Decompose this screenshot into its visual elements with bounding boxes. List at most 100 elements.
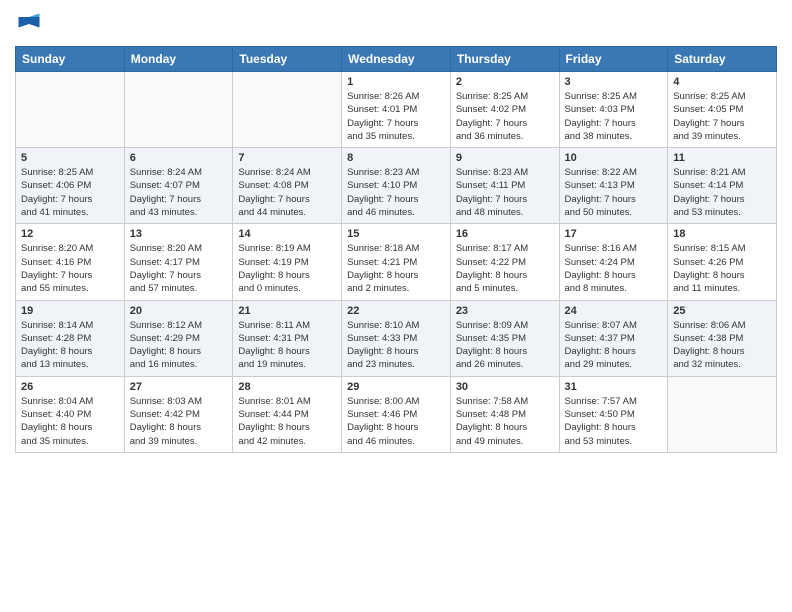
day-info: Sunrise: 8:00 AMSunset: 4:46 PMDaylight:… bbox=[347, 395, 445, 448]
day-number: 9 bbox=[456, 152, 554, 164]
week-row-1: 1 Sunrise: 8:26 AMSunset: 4:01 PMDaylight… bbox=[16, 72, 777, 148]
day-number: 30 bbox=[456, 381, 554, 393]
day-info: Sunrise: 8:11 AMSunset: 4:31 PMDaylight:… bbox=[238, 319, 336, 372]
calendar-table: SundayMondayTuesdayWednesdayThursdayFrid… bbox=[15, 46, 777, 453]
day-cell: 10 Sunrise: 8:22 AMSunset: 4:13 PMDayligh… bbox=[559, 148, 668, 224]
day-cell bbox=[124, 72, 233, 148]
day-cell: 26 Sunrise: 8:04 AMSunset: 4:40 PMDayligh… bbox=[16, 376, 125, 452]
day-cell: 8 Sunrise: 8:23 AMSunset: 4:10 PMDaylight… bbox=[342, 148, 451, 224]
day-info: Sunrise: 8:19 AMSunset: 4:19 PMDaylight:… bbox=[238, 242, 336, 295]
weekday-header-sunday: Sunday bbox=[16, 47, 125, 72]
day-cell: 17 Sunrise: 8:16 AMSunset: 4:24 PMDayligh… bbox=[559, 224, 668, 300]
day-info: Sunrise: 8:07 AMSunset: 4:37 PMDaylight:… bbox=[565, 319, 663, 372]
day-number: 17 bbox=[565, 228, 663, 240]
logo-icon bbox=[15, 10, 43, 38]
day-info: Sunrise: 8:25 AMSunset: 4:06 PMDaylight:… bbox=[21, 166, 119, 219]
day-number: 29 bbox=[347, 381, 445, 393]
day-cell bbox=[16, 72, 125, 148]
day-cell: 21 Sunrise: 8:11 AMSunset: 4:31 PMDayligh… bbox=[233, 300, 342, 376]
day-number: 25 bbox=[673, 305, 771, 317]
day-info: Sunrise: 8:26 AMSunset: 4:01 PMDaylight:… bbox=[347, 90, 445, 143]
day-number: 11 bbox=[673, 152, 771, 164]
header bbox=[15, 10, 777, 38]
day-number: 2 bbox=[456, 76, 554, 88]
day-info: Sunrise: 7:58 AMSunset: 4:48 PMDaylight:… bbox=[456, 395, 554, 448]
day-number: 15 bbox=[347, 228, 445, 240]
day-info: Sunrise: 8:16 AMSunset: 4:24 PMDaylight:… bbox=[565, 242, 663, 295]
day-number: 26 bbox=[21, 381, 119, 393]
day-number: 4 bbox=[673, 76, 771, 88]
day-cell: 27Sunrise: 8:03 AMSunset: 4:42 PMDayligh… bbox=[124, 376, 233, 452]
day-cell: 19 Sunrise: 8:14 AMSunset: 4:28 PMDayligh… bbox=[16, 300, 125, 376]
day-cell bbox=[233, 72, 342, 148]
day-info: Sunrise: 8:24 AMSunset: 4:08 PMDaylight:… bbox=[238, 166, 336, 219]
day-info: Sunrise: 8:25 AMSunset: 4:05 PMDaylight:… bbox=[673, 90, 771, 143]
day-number: 10 bbox=[565, 152, 663, 164]
day-cell: 11 Sunrise: 8:21 AMSunset: 4:14 PMDayligh… bbox=[668, 148, 777, 224]
day-info: Sunrise: 8:23 AMSunset: 4:10 PMDaylight:… bbox=[347, 166, 445, 219]
weekday-header-thursday: Thursday bbox=[450, 47, 559, 72]
day-number: 1 bbox=[347, 76, 445, 88]
day-cell: 1 Sunrise: 8:26 AMSunset: 4:01 PMDaylight… bbox=[342, 72, 451, 148]
week-row-3: 12 Sunrise: 8:20 AMSunset: 4:16 PMDayligh… bbox=[16, 224, 777, 300]
day-info: Sunrise: 8:24 AMSunset: 4:07 PMDaylight:… bbox=[130, 166, 228, 219]
day-info: Sunrise: 8:01 AMSunset: 4:44 PMDaylight:… bbox=[238, 395, 336, 448]
weekday-header-tuesday: Tuesday bbox=[233, 47, 342, 72]
weekday-header-wednesday: Wednesday bbox=[342, 47, 451, 72]
day-number: 7 bbox=[238, 152, 336, 164]
day-info: Sunrise: 8:20 AMSunset: 4:17 PMDaylight:… bbox=[130, 242, 228, 295]
day-cell: 24 Sunrise: 8:07 AMSunset: 4:37 PMDayligh… bbox=[559, 300, 668, 376]
day-number: 28 bbox=[238, 381, 336, 393]
day-number: 13 bbox=[130, 228, 228, 240]
day-number: 23 bbox=[456, 305, 554, 317]
day-info: Sunrise: 8:06 AMSunset: 4:38 PMDaylight:… bbox=[673, 319, 771, 372]
day-info: Sunrise: 8:20 AMSunset: 4:16 PMDaylight:… bbox=[21, 242, 119, 295]
day-number: 8 bbox=[347, 152, 445, 164]
day-cell: 4 Sunrise: 8:25 AMSunset: 4:05 PMDaylight… bbox=[668, 72, 777, 148]
day-number: 19 bbox=[21, 305, 119, 317]
day-info: Sunrise: 8:21 AMSunset: 4:14 PMDaylight:… bbox=[673, 166, 771, 219]
day-info: Sunrise: 8:17 AMSunset: 4:22 PMDaylight:… bbox=[456, 242, 554, 295]
page: SundayMondayTuesdayWednesdayThursdayFrid… bbox=[0, 0, 792, 612]
day-cell: 25 Sunrise: 8:06 AMSunset: 4:38 PMDayligh… bbox=[668, 300, 777, 376]
day-number: 31 bbox=[565, 381, 663, 393]
day-info: Sunrise: 7:57 AMSunset: 4:50 PMDaylight:… bbox=[565, 395, 663, 448]
day-cell: 30 Sunrise: 7:58 AMSunset: 4:48 PMDayligh… bbox=[450, 376, 559, 452]
weekday-header-monday: Monday bbox=[124, 47, 233, 72]
weekday-header-saturday: Saturday bbox=[668, 47, 777, 72]
day-number: 22 bbox=[347, 305, 445, 317]
day-cell: 5Sunrise: 8:25 AMSunset: 4:06 PMDaylight… bbox=[16, 148, 125, 224]
day-info: Sunrise: 8:15 AMSunset: 4:26 PMDaylight:… bbox=[673, 242, 771, 295]
day-number: 24 bbox=[565, 305, 663, 317]
day-cell: 20 Sunrise: 8:12 AMSunset: 4:29 PMDayligh… bbox=[124, 300, 233, 376]
day-cell: 23 Sunrise: 8:09 AMSunset: 4:35 PMDayligh… bbox=[450, 300, 559, 376]
day-info: Sunrise: 8:25 AMSunset: 4:02 PMDaylight:… bbox=[456, 90, 554, 143]
day-info: Sunrise: 8:22 AMSunset: 4:13 PMDaylight:… bbox=[565, 166, 663, 219]
day-cell: 14 Sunrise: 8:19 AMSunset: 4:19 PMDayligh… bbox=[233, 224, 342, 300]
day-info: Sunrise: 8:14 AMSunset: 4:28 PMDaylight:… bbox=[21, 319, 119, 372]
day-info: Sunrise: 8:03 AMSunset: 4:42 PMDaylight:… bbox=[130, 395, 228, 448]
day-number: 6 bbox=[130, 152, 228, 164]
day-number: 21 bbox=[238, 305, 336, 317]
day-cell: 29 Sunrise: 8:00 AMSunset: 4:46 PMDayligh… bbox=[342, 376, 451, 452]
day-cell: 2 Sunrise: 8:25 AMSunset: 4:02 PMDaylight… bbox=[450, 72, 559, 148]
day-info: Sunrise: 8:12 AMSunset: 4:29 PMDaylight:… bbox=[130, 319, 228, 372]
day-number: 12 bbox=[21, 228, 119, 240]
day-number: 3 bbox=[565, 76, 663, 88]
day-cell: 18Sunrise: 8:15 AMSunset: 4:26 PMDayligh… bbox=[668, 224, 777, 300]
week-row-2: 5Sunrise: 8:25 AMSunset: 4:06 PMDaylight… bbox=[16, 148, 777, 224]
day-info: Sunrise: 8:23 AMSunset: 4:11 PMDaylight:… bbox=[456, 166, 554, 219]
day-info: Sunrise: 8:04 AMSunset: 4:40 PMDaylight:… bbox=[21, 395, 119, 448]
day-info: Sunrise: 8:25 AMSunset: 4:03 PMDaylight:… bbox=[565, 90, 663, 143]
week-row-5: 26 Sunrise: 8:04 AMSunset: 4:40 PMDayligh… bbox=[16, 376, 777, 452]
day-number: 20 bbox=[130, 305, 228, 317]
logo bbox=[15, 10, 47, 38]
day-cell: 3 Sunrise: 8:25 AMSunset: 4:03 PMDaylight… bbox=[559, 72, 668, 148]
day-number: 14 bbox=[238, 228, 336, 240]
day-cell: 28 Sunrise: 8:01 AMSunset: 4:44 PMDayligh… bbox=[233, 376, 342, 452]
day-cell: 22Sunrise: 8:10 AMSunset: 4:33 PMDayligh… bbox=[342, 300, 451, 376]
day-cell: 7 Sunrise: 8:24 AMSunset: 4:08 PMDaylight… bbox=[233, 148, 342, 224]
week-row-4: 19 Sunrise: 8:14 AMSunset: 4:28 PMDayligh… bbox=[16, 300, 777, 376]
day-cell bbox=[668, 376, 777, 452]
day-info: Sunrise: 8:09 AMSunset: 4:35 PMDaylight:… bbox=[456, 319, 554, 372]
